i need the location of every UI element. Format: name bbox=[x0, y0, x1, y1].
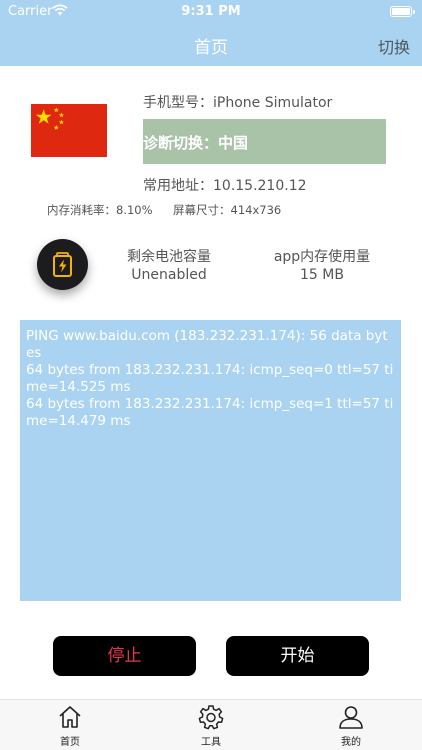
tab-tools[interactable]: 工具 bbox=[171, 704, 251, 748]
diagnosis-switch-row[interactable]: 诊断切换：中国 bbox=[143, 119, 386, 164]
common-address-label: 常用地址：10.15.210.12 bbox=[143, 178, 307, 194]
tab-tools-label: 工具 bbox=[201, 737, 221, 748]
start-button[interactable]: 开始 bbox=[226, 636, 369, 676]
diagnosis-switch-label: 诊断切换：中国 bbox=[143, 134, 249, 152]
person-icon bbox=[339, 706, 363, 729]
tab-mine[interactable]: 我的 bbox=[311, 704, 391, 748]
tab-home[interactable]: 首页 bbox=[30, 704, 110, 748]
battery-capacity-value: Unenabled bbox=[131, 267, 207, 283]
home-icon bbox=[59, 706, 81, 728]
battery-capacity-label: 剩余电池容量 bbox=[127, 249, 211, 265]
navigation-bar: Carrier 9:31 PM 首页 切换 bbox=[0, 0, 422, 66]
status-bar: Carrier 9:31 PM bbox=[0, 0, 422, 24]
tab-bar: 首页 工具 我的 bbox=[0, 699, 422, 750]
app-memory-label: app内存使用量 bbox=[273, 249, 371, 265]
app-memory-stat: app内存使用量 15 MB bbox=[260, 248, 384, 284]
china-flag-icon bbox=[31, 104, 107, 157]
home-screen: Carrier 9:31 PM 首页 切换 手机型号：iPhone Simula… bbox=[0, 0, 422, 750]
memory-usage-label: 内存消耗率：8.10% bbox=[47, 203, 153, 217]
battery-button[interactable] bbox=[37, 239, 88, 290]
page-title: 首页 bbox=[194, 38, 228, 58]
switch-button[interactable]: 切换 bbox=[378, 34, 410, 58]
device-model-label: 手机型号：iPhone Simulator bbox=[143, 95, 333, 111]
status-battery-icon bbox=[390, 6, 415, 17]
gear-icon bbox=[198, 705, 224, 730]
tab-home-label: 首页 bbox=[60, 737, 80, 748]
tab-mine-label: 我的 bbox=[341, 737, 361, 748]
status-time: 9:31 PM bbox=[181, 4, 241, 19]
app-memory-value: 15 MB bbox=[300, 267, 344, 283]
ping-log-output[interactable]: PING www.baidu.com (183.232.231.174): 56… bbox=[20, 320, 401, 601]
stop-button[interactable]: 停止 bbox=[53, 636, 196, 676]
battery-charging-icon bbox=[53, 252, 72, 277]
battery-capacity-stat: 剩余电池容量 Unenabled bbox=[107, 248, 231, 284]
screen-size-label: 屏幕尺寸：414x736 bbox=[173, 203, 282, 217]
